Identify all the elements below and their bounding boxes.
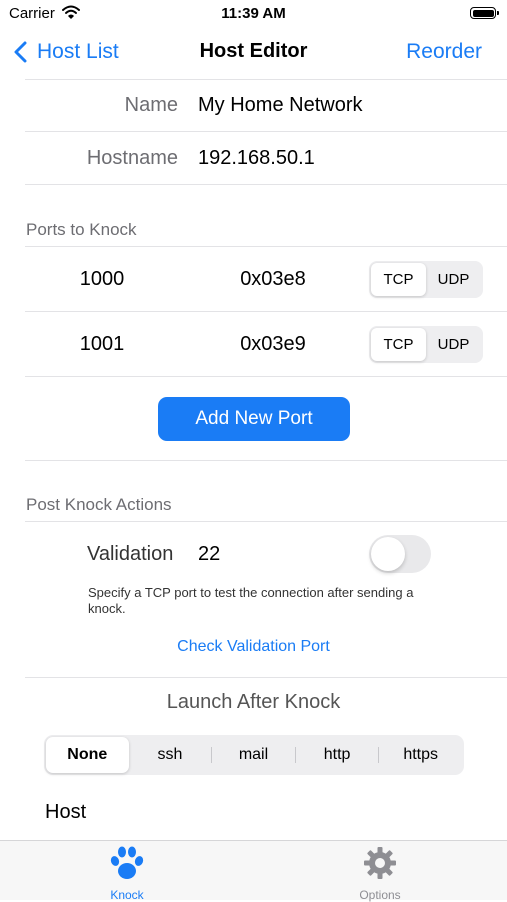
divider [25, 131, 507, 132]
launch-option-http[interactable]: http [296, 737, 379, 773]
protocol-option-udp[interactable]: UDP [426, 263, 481, 296]
post-knock-section-header: Post Knock Actions [26, 495, 172, 514]
divider [25, 376, 507, 377]
divider [25, 460, 507, 461]
paw-icon [110, 846, 144, 879]
validation-port-field[interactable]: 22 [198, 543, 220, 566]
gear-icon [364, 847, 396, 879]
validation-note: Specify a TCP port to test the connectio… [88, 585, 414, 616]
protocol-option-tcp[interactable]: TCP [371, 263, 426, 296]
tab-knock[interactable]: Knock [67, 845, 187, 902]
name-field[interactable]: My Home Network [198, 94, 362, 117]
launch-option-none[interactable]: None [46, 737, 129, 773]
protocol-option-tcp[interactable]: TCP [371, 328, 426, 361]
port-number[interactable]: 1001 [62, 333, 142, 356]
launch-after-knock-title: Launch After Knock [166, 691, 341, 713]
launch-option-https[interactable]: https [379, 737, 462, 773]
divider [25, 677, 507, 678]
ports-section-header: Ports to Knock [26, 220, 137, 239]
check-validation-port-link[interactable]: Check Validation Port [0, 638, 507, 656]
tab-bar: Knock Options [0, 840, 507, 902]
protocol-segmented-control[interactable]: TCP UDP [369, 261, 483, 298]
launch-option-mail[interactable]: mail [212, 737, 295, 773]
divider [25, 79, 507, 80]
status-bar: Carrier 11:39 AM [0, 0, 507, 28]
status-time: 11:39 AM [221, 5, 286, 22]
divider [25, 246, 507, 247]
validation-toggle[interactable] [369, 535, 431, 573]
launch-option-ssh[interactable]: ssh [129, 737, 212, 773]
protocol-option-udp[interactable]: UDP [426, 328, 481, 361]
host-label: Host [45, 801, 87, 823]
divider [25, 184, 507, 185]
hostname-field[interactable]: 192.168.50.1 [198, 147, 315, 170]
reorder-button[interactable]: Reorder [406, 40, 482, 64]
divider [25, 521, 507, 522]
port-hex: 0x03e9 [240, 333, 306, 355]
name-label: Name [124, 94, 178, 116]
battery-icon [470, 7, 499, 19]
add-new-port-button[interactable]: Add New Port [158, 397, 350, 441]
validation-label: Validation [87, 543, 174, 565]
port-number[interactable]: 1000 [62, 268, 142, 291]
port-hex: 0x03e8 [240, 268, 306, 290]
tab-options[interactable]: Options [320, 845, 440, 902]
divider [25, 311, 507, 312]
protocol-segmented-control[interactable]: TCP UDP [369, 326, 483, 363]
hostname-label: Hostname [86, 147, 178, 169]
launch-segmented-control[interactable]: None ssh mail http https [44, 735, 464, 775]
